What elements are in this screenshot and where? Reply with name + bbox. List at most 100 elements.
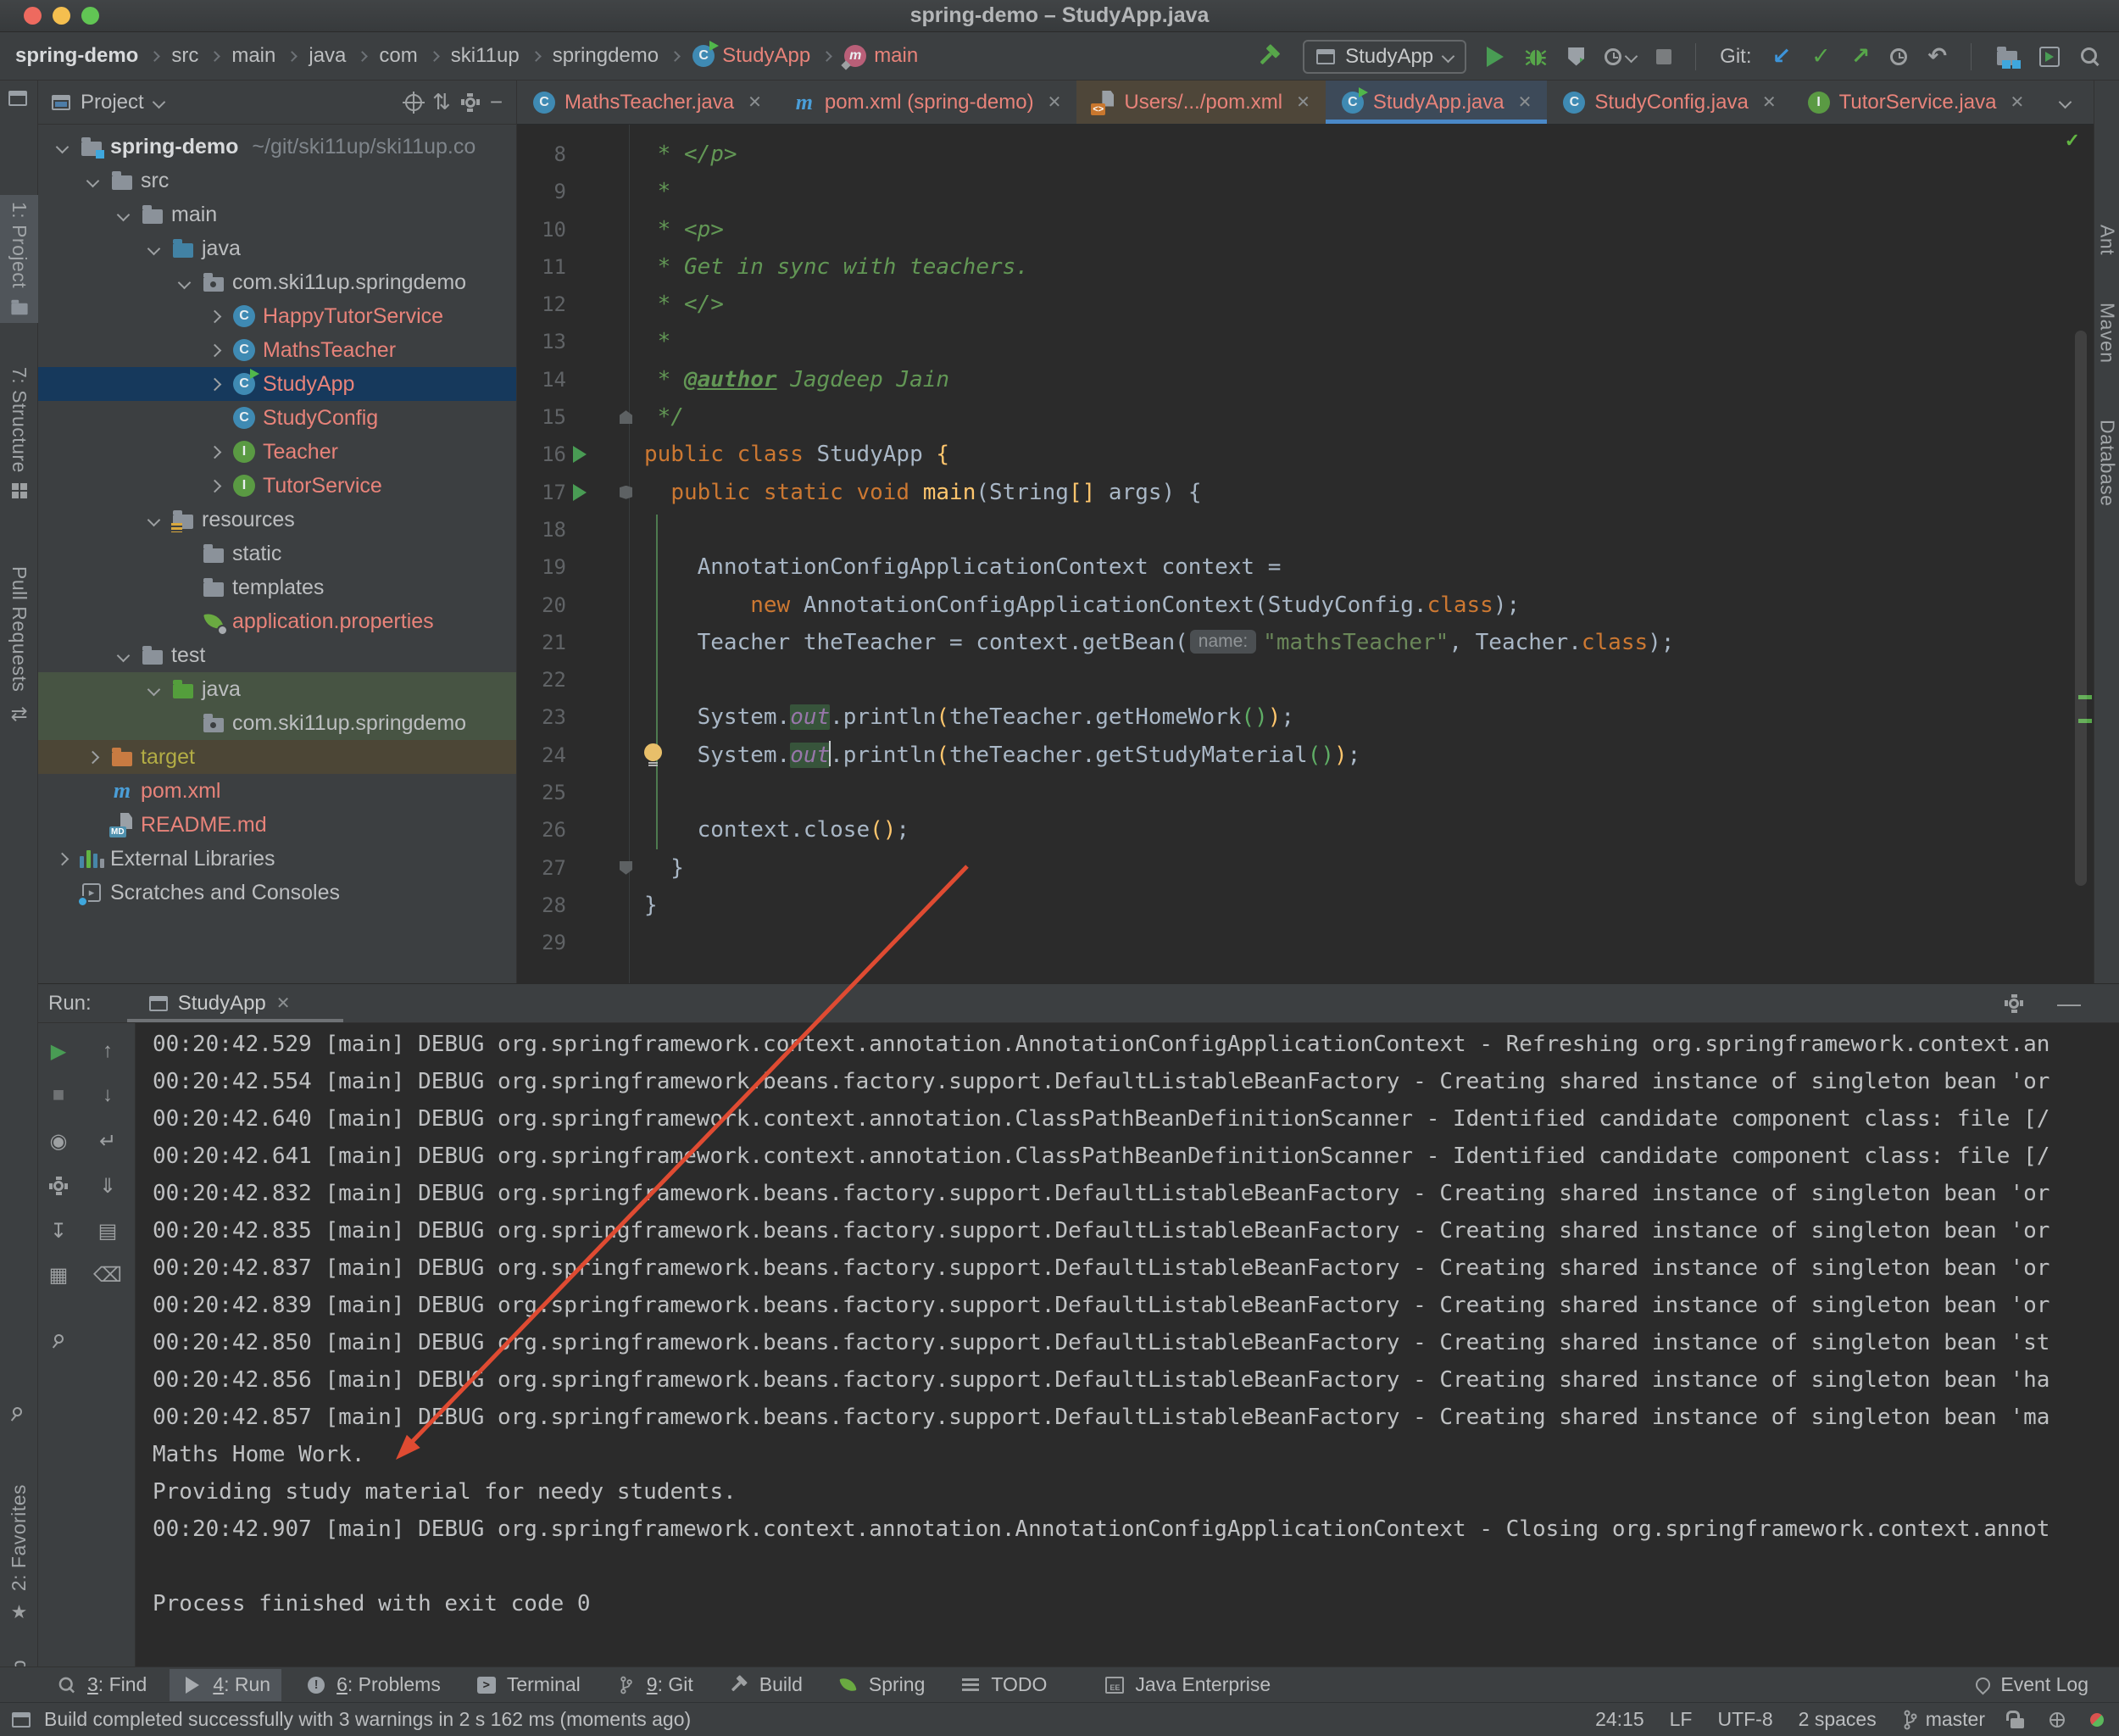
run-gutter-icon[interactable] <box>573 446 587 463</box>
tool-window-button-java-enterprise[interactable]: EEJava Enterprise <box>1092 1669 1282 1701</box>
chevron-down-icon[interactable] <box>147 682 160 696</box>
tool-button-database[interactable]: Database <box>2094 420 2119 510</box>
status-console-icon[interactable] <box>12 1712 31 1728</box>
tab-list-button[interactable] <box>2059 96 2072 109</box>
run-anything-button[interactable] <box>2039 47 2060 67</box>
tool-window-button-todo[interactable]: TODO <box>948 1669 1058 1701</box>
fold-marker-icon[interactable] <box>620 861 632 875</box>
editor-tab[interactable]: <>Users/.../pom.xml✕ <box>1076 81 1325 124</box>
code-line[interactable]: new AnnotationConfigApplicationContext(S… <box>644 587 2094 624</box>
tool-window-button-find[interactable]: 3: Find <box>44 1669 158 1701</box>
tool-button-favorites[interactable]: 2: Favorites ★ <box>0 1477 38 1630</box>
rollback-button[interactable]: ↶ <box>1927 43 1947 70</box>
chevron-right-icon[interactable] <box>208 445 221 459</box>
tree-item[interactable]: spring-demo~/git/ski11up/ski11up.co <box>38 130 516 164</box>
layout-button[interactable]: ▦ <box>42 1258 75 1292</box>
thread-dump-button[interactable]: ◉ <box>42 1124 75 1158</box>
panel-settings-button[interactable] <box>461 93 480 112</box>
status-indicator-icon[interactable] <box>2090 1713 2104 1727</box>
close-icon[interactable]: ✕ <box>1296 92 1310 113</box>
event-log-button[interactable]: Event Log <box>1976 1673 2088 1696</box>
tree-item[interactable]: ITutorService <box>38 469 516 503</box>
search-everywhere-button[interactable] <box>2080 47 2100 67</box>
build-hammer-icon[interactable] <box>1257 44 1282 70</box>
tree-item[interactable]: ITeacher <box>38 435 516 469</box>
close-icon[interactable]: ✕ <box>276 993 291 1014</box>
tree-item[interactable]: CStudyConfig <box>38 401 516 435</box>
stop-button[interactable]: ■ <box>42 1078 75 1112</box>
console-output[interactable]: 00:20:42.529 [main] DEBUG org.springfram… <box>136 1023 2119 1666</box>
chevron-down-icon[interactable] <box>86 174 99 187</box>
editor-tab[interactable]: mpom.xml (spring-demo)✕ <box>777 81 1077 124</box>
tool-button-ant[interactable]: Ant <box>2094 225 2119 259</box>
tree-item[interactable]: com.ski11up.springdemo <box>38 706 516 740</box>
tool-button-project[interactable]: 1: Project <box>0 195 38 323</box>
chevron-right-icon[interactable] <box>86 750 99 764</box>
chevron-down-icon[interactable] <box>116 648 130 662</box>
chevron-down-icon[interactable] <box>152 96 165 109</box>
git-history-button[interactable] <box>1890 48 1907 65</box>
git-branch-widget[interactable]: master <box>1902 1708 1985 1731</box>
chevron-down-icon[interactable] <box>116 208 130 221</box>
git-update-button[interactable]: ↙ <box>1772 43 1792 70</box>
collapse-all-button[interactable]: ⇅ <box>432 89 451 115</box>
chevron-right-icon[interactable] <box>208 343 221 357</box>
breadcrumb-item[interactable]: main <box>231 44 275 68</box>
chevron-down-icon[interactable] <box>147 242 160 255</box>
import-button[interactable]: ↧ <box>42 1214 75 1248</box>
breadcrumb-item[interactable]: springdemo <box>553 44 659 68</box>
chevron-down-icon[interactable] <box>147 513 160 526</box>
tree-item[interactable]: External Libraries <box>38 842 516 876</box>
tool-button-maven[interactable]: Maven <box>2094 303 2119 368</box>
editor-tab[interactable]: ITutorService.java✕ <box>1792 81 2040 124</box>
code-line[interactable]: context.close(); <box>644 811 2094 849</box>
git-commit-button[interactable]: ✓ <box>1811 43 1831 70</box>
tree-item[interactable]: main <box>38 198 516 231</box>
project-panel-title[interactable]: Project <box>81 91 144 114</box>
lock-icon[interactable] <box>2011 1718 2024 1728</box>
down-button[interactable]: ↓ <box>91 1078 125 1112</box>
code-line[interactable]: * <p> <box>644 211 2094 248</box>
locate-file-button[interactable] <box>405 94 422 111</box>
changed-files-icon[interactable] <box>1995 45 2019 69</box>
pin-button[interactable] <box>42 1321 75 1355</box>
breadcrumb-item[interactable]: mmain <box>843 44 918 68</box>
code-line[interactable]: * @author Jagdeep Jain <box>644 361 2094 398</box>
close-icon[interactable]: ✕ <box>1048 92 1062 113</box>
code-editor[interactable]: 8910111213141516171819202122232425262728… <box>517 125 2094 983</box>
code-line[interactable]: Teacher theTeacher = context.getBean(nam… <box>644 624 2094 661</box>
editor-tab[interactable]: CStudyApp.java✕ <box>1326 81 1548 124</box>
close-icon[interactable]: ✕ <box>1518 92 1532 113</box>
stop-button[interactable] <box>1656 49 1671 64</box>
editor-scrollbar[interactable] <box>2075 331 2087 886</box>
build-status-message[interactable]: Build completed successfully with 3 warn… <box>44 1708 691 1731</box>
up-button[interactable]: ↑ <box>91 1034 125 1068</box>
tree-item[interactable]: resources <box>38 503 516 537</box>
tree-item[interactable]: templates <box>38 570 516 604</box>
code-line[interactable]: * Get in sync with teachers. <box>644 248 2094 286</box>
coverage-button[interactable] <box>1568 47 1584 66</box>
close-icon[interactable]: ✕ <box>748 92 762 113</box>
tool-window-button-build[interactable]: Build <box>716 1669 814 1701</box>
tool-button-pull-requests[interactable]: Pull Requests ⇄ <box>0 559 38 733</box>
chevron-down-icon[interactable] <box>55 140 69 153</box>
scroll-end-button[interactable]: ⇓ <box>91 1169 125 1203</box>
code-line[interactable] <box>644 924 2094 961</box>
editor-tab[interactable]: CMathsTeacher.java✕ <box>517 81 777 124</box>
tool-window-button-problems[interactable]: !6: Problems <box>293 1669 452 1701</box>
minimize-panel-button[interactable]: — <box>2057 990 2081 1017</box>
tree-item[interactable]: mpom.xml <box>38 774 516 808</box>
intention-bulb-icon[interactable] <box>644 743 662 761</box>
chevron-right-icon[interactable] <box>208 377 221 391</box>
code-line[interactable]: * </p> <box>644 136 2094 173</box>
globe-settings-icon[interactable] <box>2049 1712 2065 1728</box>
code-line[interactable]: } <box>644 887 2094 924</box>
profiler-button[interactable] <box>1605 48 1636 65</box>
breadcrumb-item[interactable]: java <box>309 44 346 68</box>
indent-widget[interactable]: 2 spaces <box>1799 1708 1877 1731</box>
chevron-down-icon[interactable] <box>177 275 191 289</box>
tool-window-button-spring[interactable]: Spring <box>826 1669 936 1701</box>
git-push-button[interactable]: ↗ <box>1851 43 1871 70</box>
run-button[interactable] <box>1487 47 1504 67</box>
breadcrumb-item[interactable]: spring-demo <box>15 44 138 68</box>
